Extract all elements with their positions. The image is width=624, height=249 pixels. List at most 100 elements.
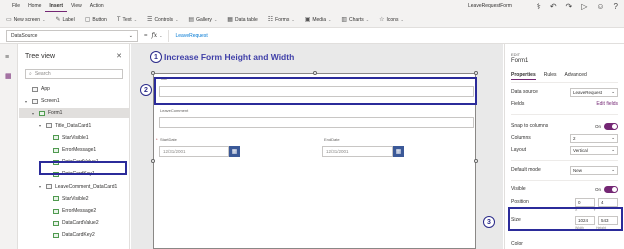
tree-search-input[interactable]: ⌕ Search	[25, 69, 123, 79]
layout-dropdown[interactable]: Vertical ⌄	[570, 145, 618, 155]
edit-fields-link[interactable]: Edit fields	[596, 101, 618, 107]
chevron-down-icon[interactable]: ▾	[32, 111, 36, 116]
resize-handle[interactable]	[474, 71, 478, 75]
ribbon-button-button[interactable]: ▢ Button	[84, 16, 107, 24]
ribbon-button-data-table[interactable]: ▦ Data table	[227, 16, 258, 24]
layout-value: Vertical	[573, 147, 588, 153]
control-icon	[53, 147, 59, 153]
properties-panel: EDIT Form1 Properties Rules Advanced Dat…	[483, 44, 624, 249]
property-dropdown[interactable]: DataSource ⌄	[6, 29, 138, 42]
ribbon-button-icons[interactable]: ☆ Icons ⌄	[379, 16, 404, 24]
equals-sign: =	[144, 32, 148, 39]
chevron-down-icon: ⌄	[611, 147, 615, 152]
tree-item[interactable]: ErrorMessage1	[19, 145, 129, 155]
chevron-down-icon[interactable]: ▾	[39, 123, 43, 128]
app-checker-icon[interactable]: ⚕	[536, 2, 540, 11]
redo-icon[interactable]: ↷	[566, 2, 573, 11]
tree-item[interactable]: ▾ Screen1	[19, 96, 129, 106]
tree-view-icon[interactable]: ▦	[5, 72, 12, 80]
position-y-input[interactable]: 4	[598, 197, 618, 207]
chevron-down-icon[interactable]: ▾	[25, 99, 29, 104]
tab-advanced[interactable]: Advanced	[565, 72, 587, 80]
menu-home[interactable]: Home	[24, 0, 45, 12]
icons-icon: ☆	[379, 17, 385, 23]
formula-input[interactable]: LeaveRequest	[168, 29, 624, 42]
tree-item-label: Form1	[48, 110, 63, 117]
toggle-switch	[604, 185, 618, 193]
ribbon-button-label[interactable]: ✎ Label	[55, 16, 74, 24]
control-icon	[53, 135, 59, 141]
annotation-1-number: 1	[150, 51, 162, 63]
tree-item[interactable]: ▾ Form1	[19, 108, 129, 119]
tree-item[interactable]: StarVisible1	[19, 133, 129, 143]
control-icon	[53, 208, 59, 214]
ribbon-button-text[interactable]: T Text ⌄	[117, 17, 137, 23]
tree-item[interactable]: StarVisible2	[19, 194, 129, 204]
resize-handle[interactable]	[151, 71, 155, 75]
control-icon	[53, 232, 59, 238]
calendar-icon[interactable]: ▦	[393, 146, 404, 157]
ribbon-button-media[interactable]: ▣ Media ⌄	[305, 16, 332, 24]
snap-toggle[interactable]: On	[595, 122, 618, 130]
tree-item[interactable]: App	[19, 84, 129, 94]
play-icon[interactable]: ▷	[581, 2, 587, 11]
help-icon[interactable]: ?	[614, 2, 618, 11]
data-source-value: LeaveRequest	[573, 89, 603, 95]
user-icon[interactable]: ☺	[596, 2, 604, 11]
close-icon[interactable]: ✕	[116, 52, 122, 60]
control-icon	[39, 110, 45, 116]
chevron-down-icon: ⌄	[611, 135, 615, 140]
tree-item[interactable]: ▾ Title_DataCard1	[19, 121, 129, 131]
resize-handle[interactable]	[313, 71, 317, 75]
tree-item-label: ErrorMessage1	[62, 147, 97, 153]
property-dropdown-value: DataSource	[11, 32, 38, 39]
tab-properties[interactable]: Properties	[511, 72, 536, 80]
ribbon-button-forms[interactable]: ☷ Forms ⌄	[267, 16, 295, 24]
formula-bar: DataSource ⌄ = fx ⌄ LeaveRequest	[0, 28, 624, 44]
menu-file[interactable]: File	[0, 0, 24, 12]
data-source-dropdown[interactable]: LeaveRequest ⌄	[570, 87, 618, 97]
startdate-picker[interactable]: 12/31/2001	[159, 146, 229, 157]
layout-label: Layout	[511, 147, 527, 153]
fields-row: Fields Edit fields	[511, 99, 618, 109]
tree-item-label: LeaveComment_DataCard1	[55, 183, 118, 190]
chevron-down-icon[interactable]: ▾	[39, 184, 43, 189]
forms-icon: ☷	[267, 17, 274, 23]
hamburger-menu-icon[interactable]: ≡	[5, 54, 9, 61]
default-mode-dropdown[interactable]: New ⌄	[570, 165, 618, 175]
ribbon-button-controls[interactable]: ☰ Controls ⌄	[147, 16, 179, 24]
edit-label: EDIT	[511, 52, 521, 57]
startdate-field-label: StartDate	[160, 137, 177, 142]
enddate-picker[interactable]: 12/31/2001	[322, 146, 393, 157]
ribbon-button-new-screen[interactable]: ▭ New screen ⌄	[6, 16, 45, 24]
tree-item[interactable]: DataCardKey2	[19, 230, 129, 240]
visible-toggle[interactable]: On	[595, 185, 618, 193]
columns-value: 2	[573, 135, 576, 141]
comment-text-input[interactable]	[159, 117, 474, 128]
calendar-icon[interactable]: ▦	[229, 146, 240, 157]
resize-handle[interactable]	[474, 159, 478, 163]
tree-item[interactable]: ▾ LeaveComment_DataCard1	[19, 182, 129, 192]
annotation-3-highlight	[508, 207, 623, 231]
search-placeholder: Search	[34, 71, 51, 77]
ribbon-button-label: Data table	[234, 16, 258, 23]
ribbon-button-gallery[interactable]: ▤ Gallery ⌄	[188, 16, 217, 24]
tab-rules[interactable]: Rules	[544, 72, 557, 80]
menu-insert[interactable]: Insert	[45, 1, 68, 12]
menu-view[interactable]: View	[67, 0, 86, 12]
tree-item[interactable]: ErrorMessage2	[19, 206, 129, 216]
annotation-3-number: 3	[483, 216, 495, 228]
chevron-down-icon: ⌄	[175, 17, 179, 22]
fields-label: Fields	[511, 101, 525, 107]
divider	[511, 180, 618, 181]
button-icon: ▢	[84, 17, 91, 23]
fx-icon[interactable]: fx	[152, 32, 158, 39]
undo-icon[interactable]: ↶	[550, 2, 557, 11]
position-x-input[interactable]: 0	[575, 197, 595, 207]
columns-dropdown[interactable]: 2 ⌄	[570, 133, 618, 143]
snap-label: Snap to columns	[511, 123, 549, 129]
menu-action[interactable]: Action	[86, 0, 108, 12]
ribbon-button-charts[interactable]: ▥ Charts ⌄	[341, 16, 369, 24]
resize-handle[interactable]	[151, 159, 155, 163]
tree-item[interactable]: DataCardValue2	[19, 218, 129, 228]
